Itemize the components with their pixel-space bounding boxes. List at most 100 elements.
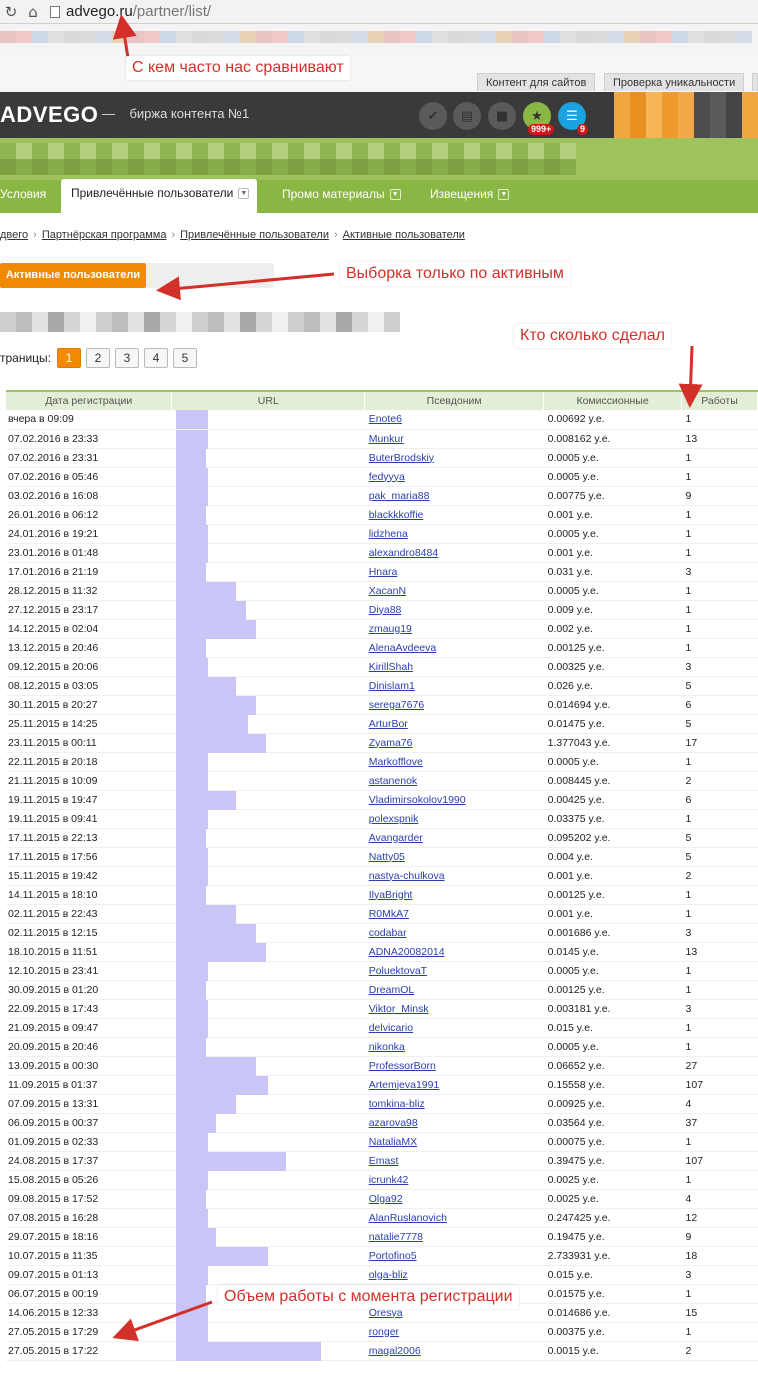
nick-link[interactable]: magal2006	[369, 1345, 421, 1357]
chevron-down-icon[interactable]: ▼	[389, 189, 401, 201]
bookmark-item[interactable]	[288, 31, 304, 43]
bookmark-item[interactable]	[352, 31, 368, 43]
nick-link[interactable]: Munkur	[369, 433, 404, 445]
nick-link[interactable]: polexspnik	[369, 813, 419, 825]
bookmark-item[interactable]	[448, 31, 464, 43]
nick-link[interactable]: IlyaBright	[369, 889, 413, 901]
page-4-button[interactable]: 4	[144, 348, 169, 368]
breadcrumb-referred[interactable]: Привлечённые пользователи	[180, 229, 329, 241]
bookmark-item[interactable]	[32, 31, 48, 43]
bookmark-item[interactable]	[144, 31, 160, 43]
nick-link[interactable]: natalie7778	[369, 1231, 423, 1243]
nick-link[interactable]: R0MkA7	[369, 908, 409, 920]
nick-link[interactable]: blackkkoffie	[369, 509, 424, 521]
bookmark-item[interactable]	[176, 31, 192, 43]
bookmark-item[interactable]	[320, 31, 336, 43]
bookmark-item[interactable]	[48, 31, 64, 43]
nick-link[interactable]: fedyyya	[369, 471, 405, 483]
nick-link[interactable]: lidzhena	[369, 528, 408, 540]
nick-link[interactable]: Portofino5	[369, 1250, 417, 1262]
bookmark-item[interactable]	[544, 31, 560, 43]
bookmark-item[interactable]	[128, 31, 144, 43]
nick-link[interactable]: alexandro8484	[369, 547, 438, 559]
nick-link[interactable]: AlanRuslanovich	[369, 1212, 447, 1224]
bookmark-item[interactable]	[688, 31, 704, 43]
nick-link[interactable]: Avangarder	[369, 832, 423, 844]
bookmark-item[interactable]	[720, 31, 736, 43]
bookmark-item[interactable]	[624, 31, 640, 43]
bookmark-item[interactable]	[656, 31, 672, 43]
nick-link[interactable]: ArturBor	[369, 718, 408, 730]
bookmark-item[interactable]	[240, 31, 256, 43]
bookmark-item[interactable]	[560, 31, 576, 43]
bookmark-item[interactable]	[256, 31, 272, 43]
nick-link[interactable]: Natty05	[369, 851, 405, 863]
nick-link[interactable]: Markofflove	[369, 756, 423, 768]
bookmark-item[interactable]	[16, 31, 32, 43]
bookmark-item[interactable]	[224, 31, 240, 43]
bookmark-item[interactable]	[96, 31, 112, 43]
nick-link[interactable]: NataliaMX	[369, 1136, 417, 1148]
bookmark-item[interactable]	[464, 31, 480, 43]
nick-link[interactable]: serega7676	[369, 699, 424, 711]
nick-link[interactable]: nikonka	[369, 1041, 405, 1053]
address-bar[interactable]: advego.ru/partner/list/	[50, 2, 211, 22]
nick-link[interactable]: Enote6	[369, 413, 402, 425]
tab-promo[interactable]: Промо материалы ▼	[274, 180, 409, 213]
user-menu[interactable]	[614, 92, 758, 138]
bookmark-item[interactable]	[384, 31, 400, 43]
header-nick[interactable]: Псевдоним	[364, 390, 545, 410]
nick-link[interactable]: ButerBrodskiy	[369, 452, 434, 464]
bookmark-item[interactable]	[64, 31, 80, 43]
tab-conditions[interactable]: Условия	[0, 180, 54, 213]
bookmark-item[interactable]	[0, 31, 16, 43]
bookmark-item[interactable]	[496, 31, 512, 43]
nick-link[interactable]: Artemjeva1991	[369, 1079, 440, 1091]
filter-tab-tail[interactable]	[146, 263, 274, 288]
nick-link[interactable]: ronger	[369, 1326, 399, 1338]
nick-link[interactable]: XacanN	[369, 585, 406, 597]
nick-link[interactable]: olga-bliz	[369, 1269, 408, 1281]
nick-link[interactable]: Hnara	[369, 566, 398, 578]
nick-link[interactable]: AlenaAvdeeva	[369, 642, 437, 654]
header-works[interactable]: Работы	[681, 390, 758, 410]
bookmark-item[interactable]	[640, 31, 656, 43]
check-icon[interactable]: ✔	[419, 102, 447, 130]
nick-link[interactable]: azarova98	[369, 1117, 418, 1129]
bookmark-item[interactable]	[672, 31, 688, 43]
header-commission[interactable]: Комиссионные	[543, 390, 683, 410]
tab-notices[interactable]: Извещения ▼	[422, 180, 517, 213]
bookmark-item[interactable]	[512, 31, 528, 43]
bookmark-item[interactable]	[416, 31, 432, 43]
breadcrumb-home[interactable]: двего	[0, 229, 28, 241]
chevron-down-icon[interactable]: ▼	[498, 189, 510, 201]
nick-link[interactable]: Olga92	[369, 1193, 403, 1205]
bookmark-item[interactable]	[608, 31, 624, 43]
nick-link[interactable]: Emast	[369, 1155, 399, 1167]
bookmark-item[interactable]	[80, 31, 96, 43]
bookmark-item[interactable]	[192, 31, 208, 43]
bookmark-item[interactable]	[736, 31, 752, 43]
bookmark-item[interactable]	[160, 31, 176, 43]
header-date[interactable]: Дата регистрации	[6, 390, 173, 410]
bookmark-item[interactable]	[528, 31, 544, 43]
page-2-button[interactable]: 2	[86, 348, 111, 368]
nick-link[interactable]: KirillShah	[369, 661, 413, 673]
bookmark-item[interactable]	[368, 31, 384, 43]
reload-icon[interactable]: ↻	[0, 1, 22, 23]
page-5-button[interactable]: 5	[173, 348, 198, 368]
bookmark-item[interactable]	[704, 31, 720, 43]
page-1-button[interactable]: 1	[57, 348, 82, 368]
bookmark-item[interactable]	[400, 31, 416, 43]
nick-link[interactable]: astanenok	[369, 775, 417, 787]
nick-link[interactable]: Diya88	[369, 604, 402, 616]
bookmark-item[interactable]	[336, 31, 352, 43]
bookmark-item[interactable]	[480, 31, 496, 43]
document-icon[interactable]: ▤	[453, 102, 481, 130]
nick-link[interactable]: ProfessorBorn	[369, 1060, 436, 1072]
nick-link[interactable]: pak_maria88	[369, 490, 430, 502]
top-tab-content[interactable]: Контент для сайтов	[477, 73, 596, 91]
nick-link[interactable]: tomkina-bliz	[369, 1098, 425, 1110]
chevron-down-icon[interactable]: ▼	[238, 188, 250, 200]
nick-link[interactable]: Viktor_Minsk	[369, 1003, 429, 1015]
